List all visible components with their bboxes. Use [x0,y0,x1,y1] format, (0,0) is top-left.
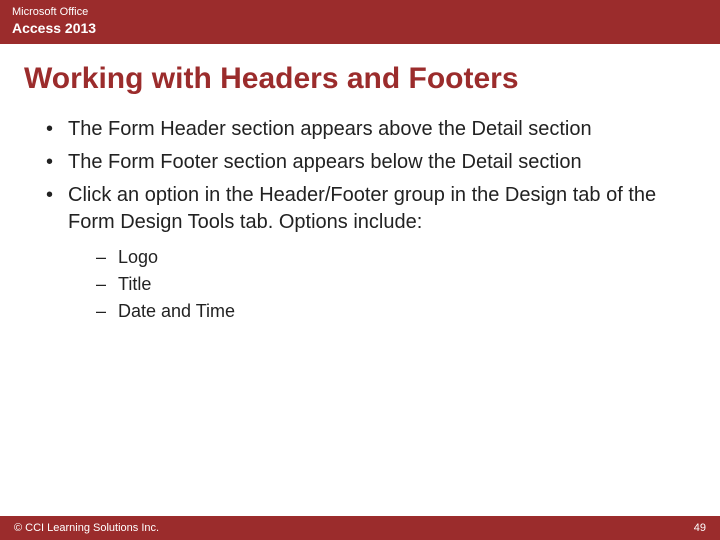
sub-item: Logo [96,244,680,271]
sub-list: Logo Title Date and Time [96,244,680,325]
bullet-item: The Form Header section appears above th… [40,116,680,143]
brand-line-2: Access 2013 [12,20,708,36]
slide-title: Working with Headers and Footers [0,44,720,104]
bullet-item: The Form Footer section appears below th… [40,149,680,176]
sub-item: Date and Time [96,298,680,325]
bullet-item: Click an option in the Header/Footer gro… [40,182,680,236]
brand-header: Microsoft Office Access 2013 [0,0,720,44]
slide-footer: © CCI Learning Solutions Inc. 49 [0,516,720,540]
slide: Microsoft Office Access 2013 Working wit… [0,0,720,540]
brand-line-1: Microsoft Office [12,6,708,18]
sub-item: Title [96,271,680,298]
copyright-text: © CCI Learning Solutions Inc. [14,522,159,534]
bullet-list: The Form Header section appears above th… [40,116,680,236]
page-number: 49 [694,522,706,534]
slide-body: The Form Header section appears above th… [0,104,720,516]
